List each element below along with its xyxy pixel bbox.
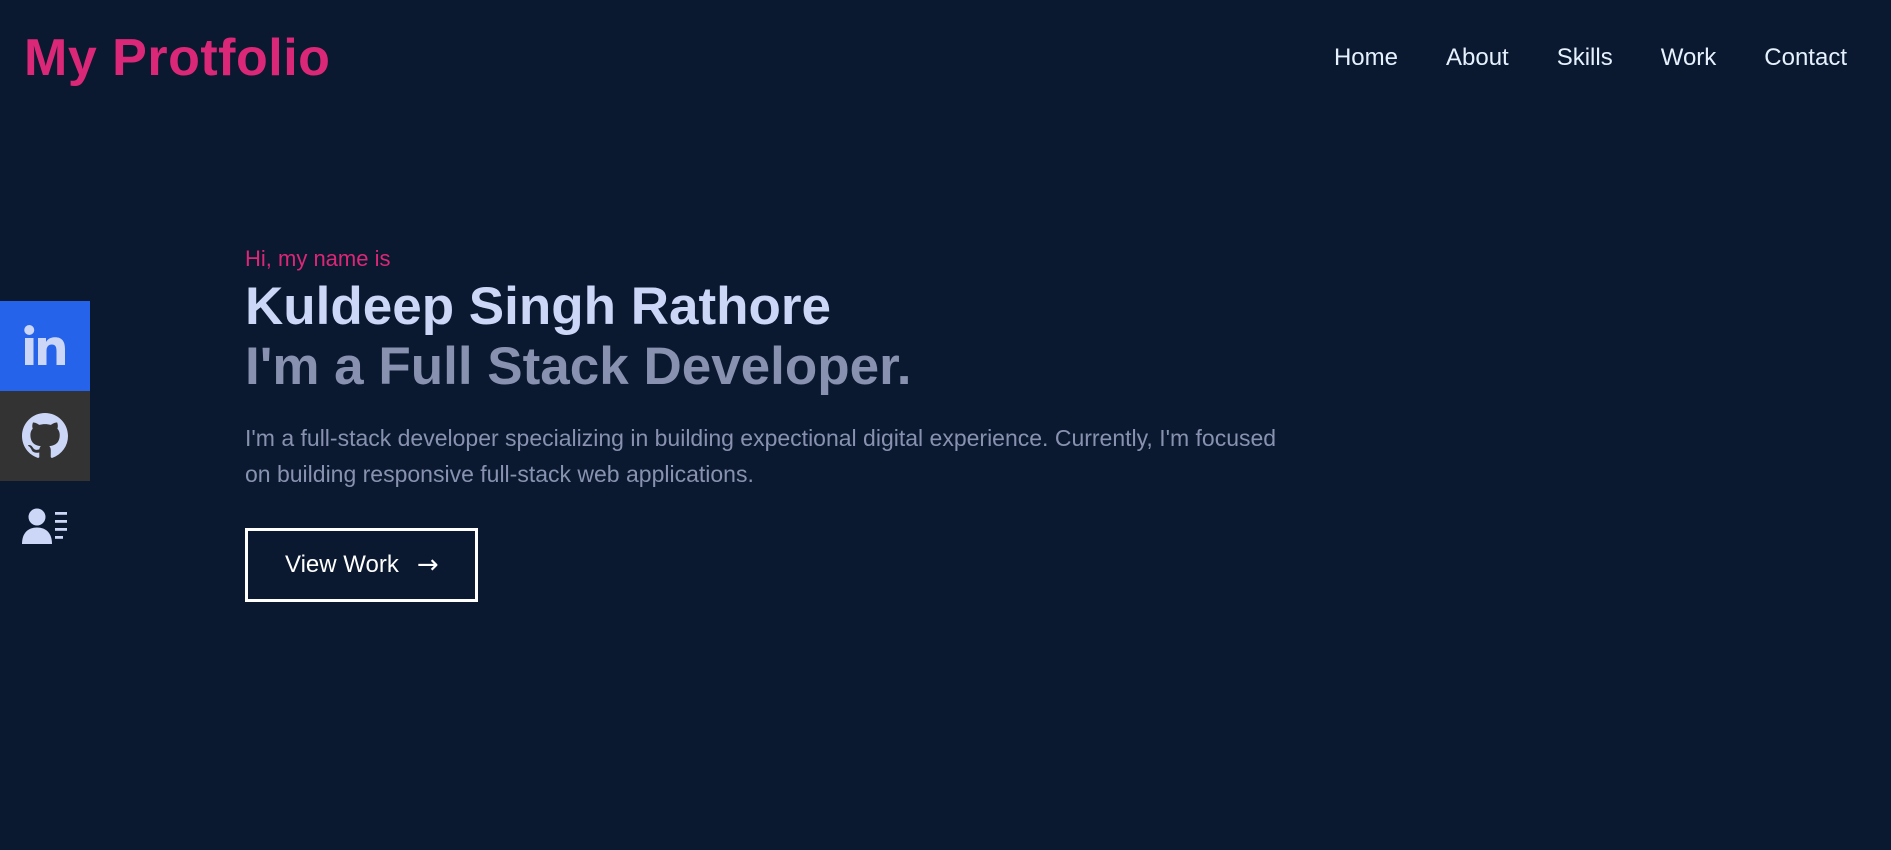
site-logo[interactable]: My Protfolio (24, 26, 330, 90)
arrow-right-icon: → (416, 550, 439, 580)
github-icon (22, 413, 68, 458)
nav-skills-link[interactable]: Skills (1557, 40, 1613, 76)
view-work-button[interactable]: View Work → (245, 528, 478, 602)
linkedin-icon (24, 325, 65, 365)
nav-contact-link[interactable]: Contact (1764, 40, 1847, 76)
hero-name: Kuldeep Singh Rathore (245, 277, 831, 336)
nav-about-link[interactable]: About (1446, 40, 1509, 76)
resume-link[interactable] (0, 481, 90, 571)
portfolio-page: My Protfolio Home About Skills Work Cont… (0, 0, 1891, 850)
hero-description: I'm a full-stack developer specializing … (245, 425, 1277, 487)
site-header: My Protfolio Home About Skills Work Cont… (0, 0, 1891, 116)
social-sidebar (0, 301, 90, 571)
view-work-label: View Work (285, 551, 399, 578)
nav-home-link[interactable]: Home (1334, 40, 1398, 76)
nav-work-link[interactable]: Work (1661, 40, 1717, 76)
github-link[interactable] (0, 391, 90, 481)
main-nav: Home About Skills Work Contact (1334, 40, 1847, 76)
hero-role: I'm a Full Stack Developer. (245, 337, 912, 396)
linkedin-link[interactable] (0, 301, 90, 391)
hero-greeting: Hi, my name is (245, 246, 391, 271)
hero-section: Hi, my name is Kuldeep Singh Rathore I'm… (245, 244, 1345, 602)
resume-icon (22, 508, 67, 544)
